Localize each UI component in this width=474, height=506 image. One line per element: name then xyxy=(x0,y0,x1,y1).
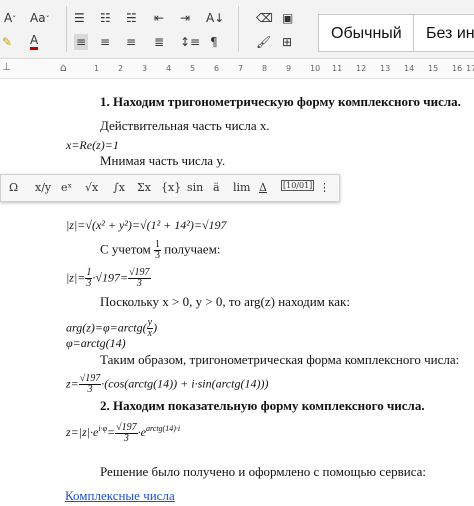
with-account-line: С учетом 13 получаем: xyxy=(100,240,220,261)
operator-icon[interactable]: Δ xyxy=(259,181,267,194)
bracket-icon[interactable]: {x} xyxy=(161,181,181,194)
heading-exp-form: 2. Находим показательную форму комплексн… xyxy=(100,398,425,413)
ruler-mark: 9 xyxy=(286,64,292,73)
fraction-den: x xyxy=(147,328,153,339)
first-line-indent-icon[interactable]: ⌂ xyxy=(60,61,67,74)
ruler-mark: 17 xyxy=(466,64,474,73)
font-size-decrease-icon[interactable]: Aˇ xyxy=(4,10,16,28)
arg-prefix: arg(z)=φ=arctg xyxy=(66,320,143,335)
shading-icon[interactable]: ▣ xyxy=(282,10,293,26)
fraction-den: 3 xyxy=(154,250,160,261)
exp-formula[interactable]: z=|z|·ei·φ= √197 3 ·earctg(14)·i xyxy=(66,422,180,444)
style-normal[interactable]: Обычный xyxy=(318,14,414,52)
function-icon[interactable]: sin xyxy=(187,181,203,194)
script-icon[interactable]: eˣ xyxy=(61,181,72,194)
symbol-icon[interactable]: Ω xyxy=(9,181,18,194)
integral-icon[interactable]: ∫x xyxy=(113,181,125,194)
trig-fraction: √197 3 xyxy=(78,374,102,395)
abs2-formula[interactable]: |z|= 1 3 ·√197= √197 3 xyxy=(66,268,151,289)
ruler-mark: 3 xyxy=(142,64,148,73)
show-formatting-icon[interactable]: ¶ xyxy=(210,34,218,50)
align-right-icon[interactable]: ≡ xyxy=(126,34,136,50)
imag-part-text: Мнимая часть числа y. xyxy=(100,153,226,168)
ruler-mark: 15 xyxy=(428,64,439,73)
line-spacing-icon[interactable]: ↕≡ xyxy=(180,34,200,50)
solution-text: Решение было получено и оформлено с помо… xyxy=(100,464,427,479)
align-left-icon[interactable]: ≡ xyxy=(74,34,89,50)
exp-equals: = xyxy=(107,425,116,439)
fraction-icon[interactable]: x/y xyxy=(35,181,51,194)
abs2-mid: ·√197= xyxy=(92,270,129,285)
trig-prefix: z= xyxy=(66,376,79,391)
ruler-mark: 12 xyxy=(356,64,367,73)
multilevel-list-icon[interactable]: ☵ xyxy=(126,10,137,26)
exp-prefix: z=|z|·e xyxy=(66,425,99,439)
heading-trig-form: 1. Находим тригонометрическую форму комп… xyxy=(100,94,461,109)
ruler-mark: 14 xyxy=(404,64,415,73)
highlight-icon[interactable]: ✎ xyxy=(2,34,12,50)
sort-icon[interactable]: A↓ xyxy=(206,10,224,26)
abs-formula[interactable]: |z|=√(x² + y²)=√(1² + 14²)=√197 xyxy=(66,218,227,232)
radical-icon[interactable]: √x xyxy=(85,181,98,194)
ruler-mark: 7 xyxy=(238,64,244,73)
trig-suffix: ·(cos(arctg(14)) + i·sin(arctg(14))) xyxy=(101,376,269,391)
indent-marker-icon[interactable]: ⊥ xyxy=(2,62,11,73)
we-get-text: получаем: xyxy=(164,241,221,257)
trig-formula[interactable]: z= √197 3 ·(cos(arctg(14)) + i·sin(arctg(14… xyxy=(66,374,268,395)
exp-superscript: arctg(14)·i xyxy=(145,424,181,433)
fraction-den: 3 xyxy=(87,384,93,395)
numbering-icon[interactable]: ☷ xyxy=(100,10,111,26)
ruler[interactable]: ⊥ ⌂ 1 2 3 4 5 6 7 8 9 10 11 12 13 14 15 … xyxy=(0,60,474,79)
ribbon-separator xyxy=(238,6,239,52)
fraction-den: 3 xyxy=(136,278,142,289)
ruler-mark: 8 xyxy=(262,64,268,73)
equation-toolbar: Ω x/y eˣ √x ∫x Σx {x} sin ä lim Δ [10/01… xyxy=(0,174,340,202)
phi-formula[interactable]: φ=arctg(14) xyxy=(66,336,126,350)
justify-icon[interactable]: ≣ xyxy=(154,34,164,50)
fraction-den: 3 xyxy=(123,432,129,444)
arg-fraction: yx xyxy=(146,318,154,339)
complex-numbers-link[interactable]: Комплексные числа xyxy=(65,488,175,504)
since-text: Поскольку x > 0, y > 0, то arg(z) находи… xyxy=(100,294,350,309)
borders-icon[interactable]: ⊞ xyxy=(282,34,292,50)
one-third-fraction: 13 xyxy=(153,240,161,261)
more-options-icon[interactable]: ⋮ xyxy=(319,181,330,194)
real-part-formula[interactable]: x=Re(z)=1 xyxy=(66,138,119,152)
ruler-mark: 5 xyxy=(190,64,196,73)
ruler-mark: 11 xyxy=(332,64,343,73)
increase-indent-icon[interactable]: ⇥ xyxy=(180,10,190,26)
limit-icon[interactable]: lim xyxy=(233,181,250,194)
large-operator-icon[interactable]: Σx xyxy=(137,181,151,194)
style-no-spacing[interactable]: Без инт xyxy=(414,14,474,52)
align-center-icon[interactable]: ≡ xyxy=(100,34,110,50)
abs2-fraction: √197 3 xyxy=(128,268,151,289)
font-color-icon[interactable]: A xyxy=(30,34,39,50)
exp-fraction: √197 3 xyxy=(115,422,138,444)
abs2-prefix: |z|= xyxy=(66,270,86,285)
bullets-icon[interactable]: ☰ xyxy=(74,10,85,26)
real-part-text: Действительная часть числа x. xyxy=(100,118,270,133)
matrix-icon[interactable]: [10/01] xyxy=(281,180,315,191)
eraser-icon[interactable]: ⌫ xyxy=(256,10,273,26)
ruler-mark: 2 xyxy=(118,64,124,73)
accent-icon[interactable]: ä xyxy=(213,181,220,194)
ruler-mark: 16 xyxy=(452,64,463,73)
ribbon-separator xyxy=(66,6,67,52)
decrease-indent-icon[interactable]: ⇤ xyxy=(154,10,164,26)
ruler-mark: 13 xyxy=(380,64,391,73)
ruler-mark: 6 xyxy=(214,64,220,73)
exp-superscript: i·φ xyxy=(98,424,108,433)
ruler-mark: 10 xyxy=(310,64,321,73)
with-account-text: С учетом xyxy=(100,241,151,257)
ruler-mark: 4 xyxy=(166,64,172,73)
format-painter-icon[interactable]: 🖌 xyxy=(256,34,271,50)
exp-e: ·e xyxy=(137,425,146,439)
change-case-icon[interactable]: Aaˇ xyxy=(30,10,50,28)
thus-text: Таким образом, тригонометрическая форма … xyxy=(100,352,460,367)
ribbon: Aˇ Aaˇ ✎ A ☰ ☷ ☵ ⇤ ⇥ ≡ ≡ ≡ ≣ ↕≡ A↓ ¶ ⌫ ▣… xyxy=(0,0,474,59)
ruler-mark: 1 xyxy=(94,64,100,73)
